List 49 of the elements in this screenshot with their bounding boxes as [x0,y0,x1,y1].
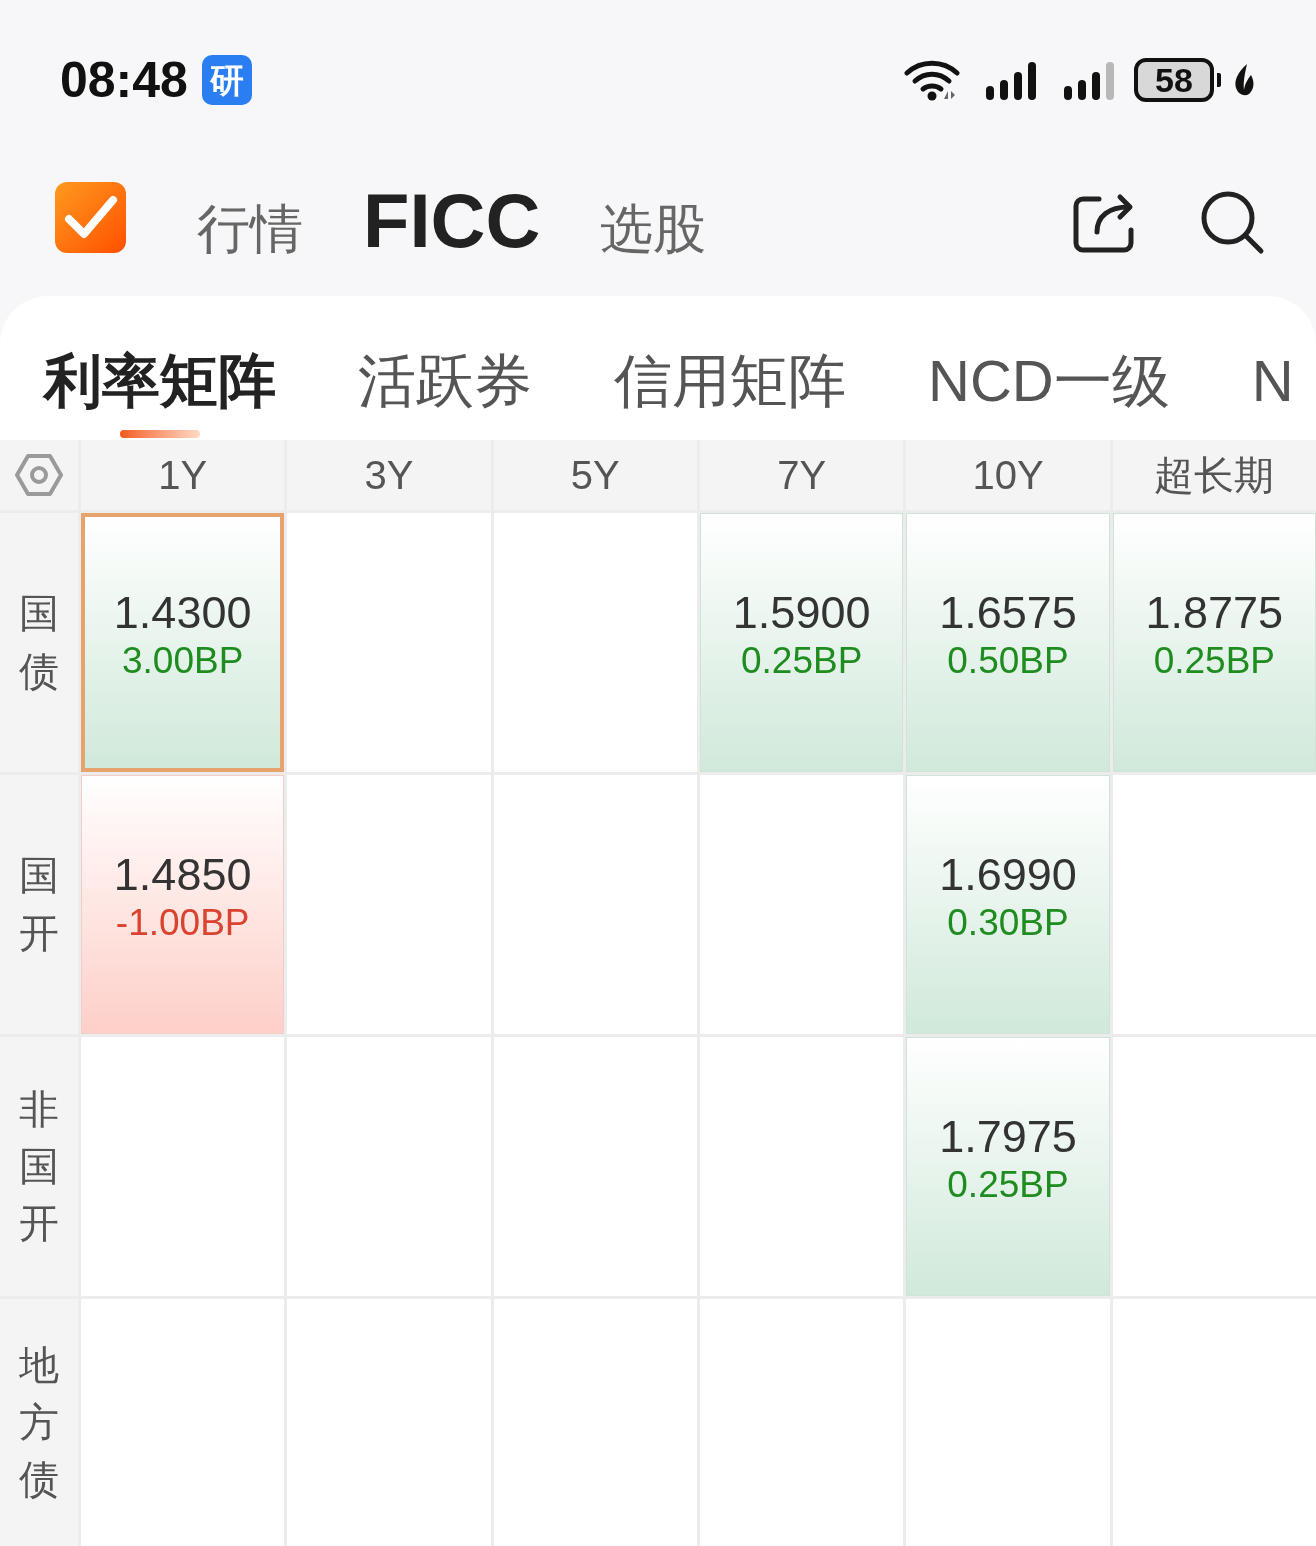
column-header: 超长期 [1112,440,1316,510]
nav-tab[interactable]: FICC [363,177,541,265]
rate-value: 1.8775 [1145,587,1284,640]
rate-cell[interactable]: 1.6990 0.30BP [906,775,1110,1034]
signal-icon [1062,60,1116,100]
rate-cell[interactable]: 1.5900 0.25BP [700,513,904,772]
row-header: 国开 [0,775,78,1034]
row-header: 非国开 [0,1037,78,1296]
change-value: 3.00BP [121,639,244,684]
signal-icon [984,60,1038,100]
rate-value: 1.6575 [939,587,1077,640]
category-tab[interactable]: 活跃券 [358,346,532,416]
rate-cell[interactable]: 1.7975 0.25BP [906,1037,1110,1296]
category-tab[interactable]: 利率矩阵 [44,346,276,416]
clock-time: 08:48 [60,55,188,105]
battery-indicator: 58 [1134,58,1221,102]
category-tab[interactable]: NCD一级 [928,346,1170,416]
column-header: 10Y [906,440,1110,510]
column-header: 5Y [493,440,697,510]
rate-cell[interactable]: 1.4850 -1.00BP [81,775,285,1034]
category-tab[interactable]: N [1251,346,1294,416]
rate-cell[interactable]: 1.6575 0.50BP [906,513,1110,772]
column-header: 1Y [81,440,285,510]
rate-value: 1.7975 [939,1111,1077,1164]
check-logo-icon[interactable] [55,181,126,253]
rate-value: 1.4850 [113,849,252,902]
row-header: 国债 [0,513,78,772]
row-header: 地方债 [0,1299,78,1546]
nav-tab[interactable]: 行情 [197,199,303,261]
app-badge: 研 [201,55,252,105]
column-header: 7Y [700,440,904,510]
rate-value: 1.5900 [732,587,871,640]
rate-cell[interactable]: 1.4300 3.00BP [81,513,285,772]
wifi-icon [904,59,960,101]
rate-value: 1.6990 [939,849,1077,902]
rate-value: 1.4300 [113,587,252,640]
flame-icon [1233,63,1255,97]
nav-tab[interactable]: 选股 [600,199,707,261]
rate-cell[interactable]: 1.8775 0.25BP [1112,513,1316,772]
change-value: 0.30BP [947,901,1069,946]
column-header: 3Y [287,440,491,510]
change-value: 0.25BP [1153,639,1275,684]
change-value: 0.25BP [740,639,863,684]
change-value: 0.50BP [947,639,1069,684]
category-tab[interactable]: 信用矩阵 [614,346,846,416]
search-icon[interactable] [1199,189,1265,255]
settings-icon[interactable] [15,453,63,497]
change-value: 0.25BP [947,1163,1069,1208]
change-value: -1.00BP [115,901,250,946]
